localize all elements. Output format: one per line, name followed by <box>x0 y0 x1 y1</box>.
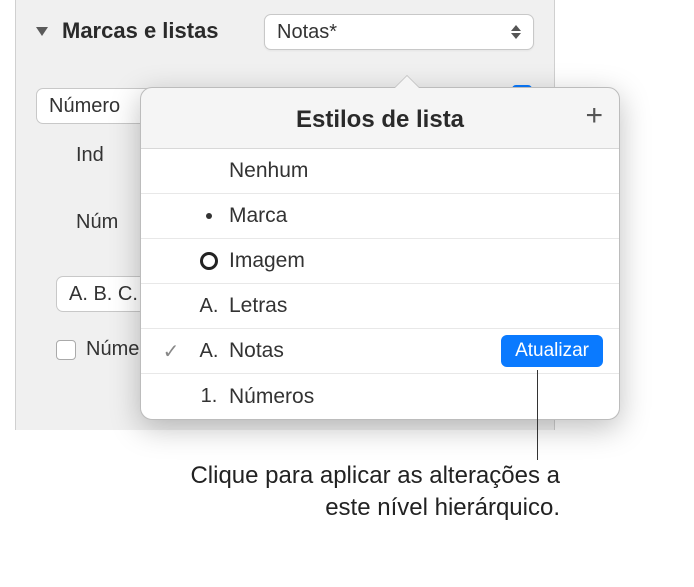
add-style-button[interactable]: + <box>585 104 603 128</box>
popover-header: Estilos de lista + <box>141 88 619 149</box>
style-item-label: Imagem <box>229 249 603 273</box>
bullet-icon <box>189 213 229 219</box>
style-item[interactable]: Marca <box>141 194 619 239</box>
style-item[interactable]: A.Letras <box>141 284 619 329</box>
text-prefix-icon: 1. <box>189 385 229 408</box>
tiered-numbers-checkbox[interactable] <box>56 340 76 360</box>
callout-text: Clique para aplicar as alterações a este… <box>160 460 560 525</box>
list-styles-popover: Estilos de lista + NenhumMarcaImagemA.Le… <box>140 87 620 420</box>
style-item[interactable]: Imagem <box>141 239 619 284</box>
num-label: Núm <box>76 211 118 234</box>
style-item[interactable]: Nenhum <box>141 149 619 194</box>
disclosure-triangle-icon[interactable] <box>36 27 48 36</box>
checkmark-icon: ✓ <box>153 339 189 364</box>
tiered-numbers-label: Núme <box>86 338 139 361</box>
list-style-select[interactable]: Notas* <box>264 14 534 50</box>
number-format-label: Número <box>49 95 120 118</box>
indent-label: Ind <box>76 144 104 167</box>
style-item-label: Marca <box>229 204 603 228</box>
chevron-updown-icon <box>511 25 521 39</box>
style-item[interactable]: 1.Números <box>141 374 619 419</box>
style-item-label: Letras <box>229 294 603 318</box>
section-title: Marcas e listas <box>62 18 219 44</box>
image-bullet-icon <box>189 252 229 270</box>
text-prefix-icon: A. <box>189 340 229 363</box>
update-style-button[interactable]: Atualizar <box>501 335 603 367</box>
callout-leader-line <box>537 370 538 460</box>
abc-format-label: A. B. C. <box>69 283 138 306</box>
style-list: NenhumMarcaImagemA.Letras✓A.NotasAtualiz… <box>141 149 619 419</box>
style-item-label: Nenhum <box>229 159 603 183</box>
style-item-label: Notas <box>229 339 501 363</box>
list-style-value: Notas* <box>277 21 337 44</box>
text-prefix-icon: A. <box>189 295 229 318</box>
style-item[interactable]: ✓A.NotasAtualizar <box>141 329 619 374</box>
style-item-label: Números <box>229 385 603 409</box>
popover-title: Estilos de lista <box>157 106 603 134</box>
